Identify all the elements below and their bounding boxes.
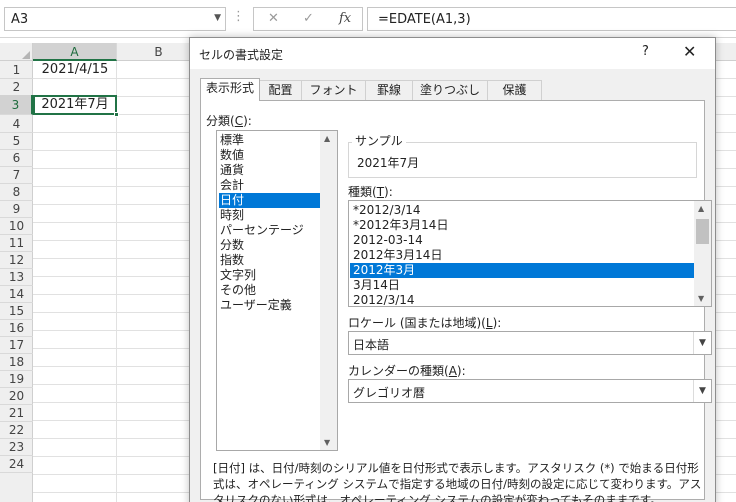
row-header[interactable]: 12 xyxy=(0,251,33,269)
chevron-down-icon[interactable]: ▼ xyxy=(693,380,711,402)
formula-tools: ✕ ✓ fx xyxy=(253,7,363,31)
row-header[interactable]: 17 xyxy=(0,336,33,354)
format-description: [日付] は、日付/時刻のシリアル値を日付形式で表示します。アスタリスク (*)… xyxy=(213,461,702,502)
row-header[interactable]: 16 xyxy=(0,319,33,337)
type-item-selected[interactable]: 2012年3月 xyxy=(350,263,694,278)
category-item[interactable]: 分数 xyxy=(219,238,321,253)
tab-fill[interactable]: 塗りつぶし xyxy=(412,80,488,100)
scroll-down-icon[interactable]: ▼ xyxy=(698,294,704,303)
locale-select[interactable]: 日本語 ▼ xyxy=(348,331,712,355)
row-header[interactable]: 20 xyxy=(0,387,33,405)
category-item[interactable]: 会計 xyxy=(219,178,321,193)
sample-label: サンプル xyxy=(352,132,406,149)
type-item[interactable]: *2012年3月14日 xyxy=(350,218,694,233)
help-button[interactable]: ? xyxy=(642,44,649,59)
enter-icon[interactable]: ✓ xyxy=(303,11,314,26)
formula-input[interactable]: =EDATE(A1,3) xyxy=(367,7,736,31)
category-label: 分類(C): xyxy=(206,114,252,128)
cancel-icon[interactable]: ✕ xyxy=(268,11,279,26)
tab-strip: 表示形式 配置 フォント 罫線 塗りつぶし 保護 xyxy=(200,78,705,101)
category-item[interactable]: 数値 xyxy=(219,148,321,163)
insert-function-icon[interactable]: fx xyxy=(339,11,351,26)
cell-a1[interactable]: 2021/4/15 xyxy=(33,61,117,79)
sample-value: 2021年7月 xyxy=(357,156,420,170)
category-scrollbar[interactable]: ▲ ▼ xyxy=(320,131,337,450)
category-item[interactable]: パーセンテージ xyxy=(219,223,321,238)
calendar-label: カレンダーの種類(A): xyxy=(348,364,466,378)
type-item[interactable]: 3月14日 xyxy=(350,278,694,293)
tab-font[interactable]: フォント xyxy=(301,80,366,100)
dialog-titlebar[interactable]: セルの書式設定 ? ✕ xyxy=(190,38,715,69)
dialog-title: セルの書式設定 xyxy=(199,48,284,62)
column-header-a[interactable]: A xyxy=(33,43,117,61)
calendar-select[interactable]: グレゴリオ暦 ▼ xyxy=(348,379,712,403)
formula-bar: A3 ▼ ⋮ ✕ ✓ fx =EDATE(A1,3) xyxy=(0,0,736,38)
type-item[interactable]: 2012-03-14 xyxy=(350,233,694,248)
format-cells-dialog: セルの書式設定 ? ✕ 表示形式 配置 フォント 罫線 塗りつぶし 保護 分類(… xyxy=(189,37,716,502)
row-header[interactable]: 5 xyxy=(0,132,33,150)
more-options-icon[interactable]: ⋮ xyxy=(232,9,245,24)
number-tab-panel: 分類(C): 標準 数値 通貨 会計 日付 時刻 パーセンテージ 分数 指数 文… xyxy=(200,100,712,502)
row-header[interactable]: 7 xyxy=(0,166,33,184)
scroll-up-icon[interactable]: ▲ xyxy=(324,134,330,143)
row-header[interactable]: 15 xyxy=(0,302,33,320)
type-item[interactable]: *2012/3/14 xyxy=(350,203,694,218)
locale-label: ロケール (国または地域)(L): xyxy=(348,316,502,330)
name-box-value: A3 xyxy=(11,12,29,27)
types-label: 種類(T): xyxy=(348,185,393,199)
chevron-down-icon[interactable]: ▼ xyxy=(214,13,221,23)
row-header[interactable]: 9 xyxy=(0,200,33,218)
name-box[interactable]: A3 ▼ xyxy=(4,7,226,31)
type-item[interactable]: 2012年3月14日 xyxy=(350,248,694,263)
row-header[interactable]: 22 xyxy=(0,421,33,439)
category-label-key: C xyxy=(234,114,244,128)
fill-handle[interactable] xyxy=(114,112,119,117)
row-header[interactable]: 4 xyxy=(0,115,33,133)
scroll-thumb[interactable] xyxy=(696,219,709,244)
row-header[interactable]: 10 xyxy=(0,217,33,235)
type-item[interactable]: 2012/3/14 xyxy=(350,293,694,305)
row-header[interactable]: 2 xyxy=(0,78,33,96)
select-all-corner[interactable] xyxy=(0,43,33,61)
locale-value: 日本語 xyxy=(353,338,390,352)
close-button[interactable]: ✕ xyxy=(683,42,696,61)
row-header[interactable]: 6 xyxy=(0,149,33,167)
scroll-down-icon[interactable]: ▼ xyxy=(324,438,330,447)
category-item[interactable]: その他 xyxy=(219,283,321,298)
chevron-down-icon[interactable]: ▼ xyxy=(693,332,711,354)
scroll-up-icon[interactable]: ▲ xyxy=(698,204,704,213)
types-scrollbar[interactable]: ▲ ▼ xyxy=(694,201,711,306)
tab-number[interactable]: 表示形式 xyxy=(200,78,260,101)
tab-border[interactable]: 罫線 xyxy=(365,80,413,100)
row-header[interactable]: 11 xyxy=(0,234,33,252)
category-item-selected[interactable]: 日付 xyxy=(219,193,321,208)
row-header[interactable]: 13 xyxy=(0,268,33,286)
category-item[interactable]: ユーザー定義 xyxy=(219,298,321,313)
category-item[interactable]: 時刻 xyxy=(219,208,321,223)
category-item[interactable]: 指数 xyxy=(219,253,321,268)
category-list[interactable]: 標準 数値 通貨 会計 日付 時刻 パーセンテージ 分数 指数 文字列 その他 … xyxy=(216,130,338,451)
row-header[interactable]: 8 xyxy=(0,183,33,201)
row-header[interactable]: 23 xyxy=(0,438,33,456)
row-header[interactable]: 18 xyxy=(0,353,33,371)
tab-protection[interactable]: 保護 xyxy=(487,80,542,100)
types-list[interactable]: *2012/3/14 *2012年3月14日 2012-03-14 2012年3… xyxy=(348,200,712,307)
row-headers: 1 2 3 4 5 6 7 8 9 10 11 12 13 14 15 16 1… xyxy=(0,61,33,502)
row-header[interactable]: 21 xyxy=(0,404,33,422)
tab-alignment[interactable]: 配置 xyxy=(259,80,302,100)
formula-text: =EDATE(A1,3) xyxy=(378,12,471,27)
calendar-value: グレゴリオ暦 xyxy=(353,386,426,400)
category-item[interactable]: 標準 xyxy=(219,133,321,148)
category-item[interactable]: 文字列 xyxy=(219,268,321,283)
cell-a3[interactable]: 2021年7月 xyxy=(33,95,117,115)
row-header[interactable]: 19 xyxy=(0,370,33,388)
category-item[interactable]: 通貨 xyxy=(219,163,321,178)
row-header[interactable]: 14 xyxy=(0,285,33,303)
calendar-label-key: A xyxy=(448,364,457,378)
row-header[interactable]: 3 xyxy=(0,95,33,115)
locale-label-key: L xyxy=(485,316,493,330)
row-header[interactable]: 1 xyxy=(0,61,33,79)
row-header[interactable]: 24 xyxy=(0,455,33,473)
types-label-key: T xyxy=(376,185,385,199)
